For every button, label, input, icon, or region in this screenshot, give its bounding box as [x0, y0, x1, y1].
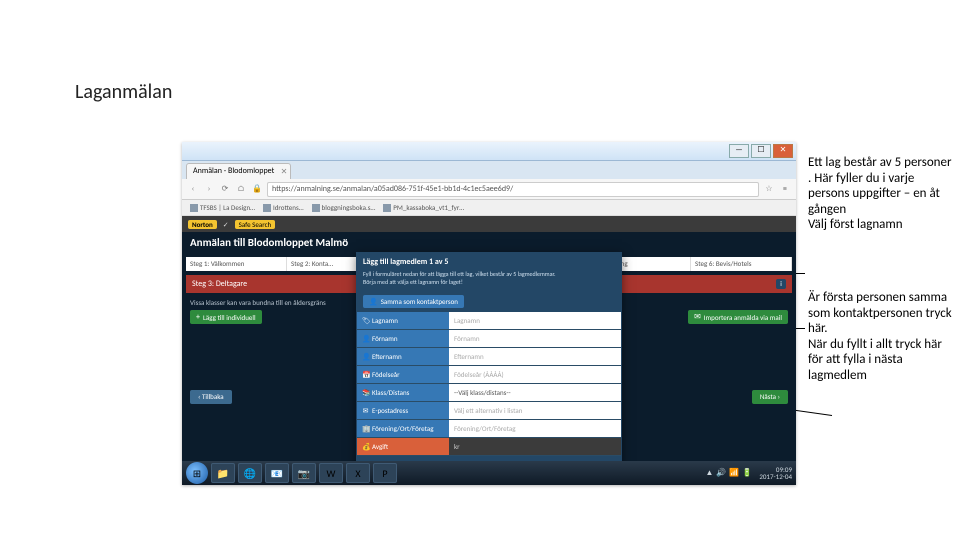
- system-tray: ▲🔊📶🔋 09:09 2017-12-04: [706, 466, 793, 480]
- step-1[interactable]: Steg 1: Välkommen: [186, 257, 287, 271]
- field-icon: 👤: [362, 352, 369, 361]
- tray-icon[interactable]: 🔋: [742, 468, 752, 478]
- nav-home-icon[interactable]: ⌂: [235, 183, 247, 195]
- field-label: 📚Klass/Distans: [357, 384, 449, 401]
- field-input[interactable]: Förnamn: [449, 330, 621, 347]
- field-icon: ✉: [362, 406, 369, 415]
- bookmark-item[interactable]: TFSBS | La Design…: [190, 203, 255, 212]
- field-icon: 💰: [362, 442, 369, 451]
- nav-back-icon[interactable]: ‹: [187, 183, 199, 195]
- field-label: 👤Efternamn: [357, 348, 449, 365]
- safe-search-badge: Safe Search: [235, 220, 276, 229]
- taskbar-app-icon[interactable]: 📧: [265, 463, 289, 483]
- bookmark-favicon-icon: [263, 204, 271, 212]
- embedded-screenshot: — ☐ ✕ Anmälan - Blodomloppet ✕ ‹ › ⟳ ⌂ 🔒…: [182, 142, 796, 485]
- person-icon: 👤: [369, 297, 378, 306]
- taskbar-app-icon[interactable]: P: [373, 463, 397, 483]
- chrome-menu-icon[interactable]: ≡: [779, 184, 791, 194]
- browser-tab[interactable]: Anmälan - Blodomloppet ✕: [186, 163, 291, 179]
- field-input[interactable]: Efternamn: [449, 348, 621, 365]
- field-input[interactable]: --Välj klass/distans--: [449, 384, 621, 401]
- step-6[interactable]: Steg 6: Bevis/Hotels: [691, 257, 792, 271]
- browser-tab-strip: Anmälan - Blodomloppet ✕: [182, 161, 796, 179]
- bookmark-item[interactable]: PM_kassaboka_vt1_fyr…: [383, 203, 464, 212]
- modal-subtitle: Fyll i formuläret nedan för att lägga ti…: [357, 271, 621, 291]
- field-input[interactable]: Födelseår (ÅÅÅÅ): [449, 366, 621, 383]
- window-maximize-button[interactable]: ☐: [751, 144, 771, 158]
- page-body: Anmälan till Blodomloppet Malmö Steg 1: …: [182, 232, 796, 485]
- bookmark-item[interactable]: Idrottens…: [263, 203, 304, 212]
- field-icon: 🏷: [362, 316, 369, 325]
- field-label: 📅Födelseår: [357, 366, 449, 383]
- field-label: 🏢Förening/Ort/Företag: [357, 420, 449, 437]
- form-row-4: 📚Klass/Distans--Välj klass/distans--: [357, 384, 621, 402]
- page-title: Anmälan till Blodomloppet Malmö: [190, 236, 788, 249]
- windows-taskbar: ⊞ 📁🌐📧📷WXP ▲🔊📶🔋 09:09 2017-12-04: [182, 461, 796, 485]
- lock-icon: 🔒: [251, 183, 263, 195]
- same-as-contact-button[interactable]: 👤Samma som kontaktperson: [363, 295, 464, 308]
- url-input[interactable]: https://anmalning.se/anmalan/a05ad086-75…: [267, 182, 759, 197]
- taskbar-app-icon[interactable]: 📷: [292, 463, 316, 483]
- slide-title: Laganmälan: [75, 80, 172, 104]
- form-row-1: 👤FörnamnFörnamn: [357, 330, 621, 348]
- field-label: ✉E-postadress: [357, 402, 449, 419]
- add-team-member-modal: Lägg till lagmedlem 1 av 5 Fyll i formul…: [356, 252, 622, 485]
- nav-forward-icon[interactable]: ›: [203, 183, 215, 195]
- nav-reload-icon[interactable]: ⟳: [219, 183, 231, 195]
- tab-close-icon[interactable]: ✕: [281, 165, 288, 179]
- taskbar-app-icon[interactable]: X: [346, 463, 370, 483]
- field-label: 💰Avgift: [357, 438, 449, 455]
- taskbar-app-icon[interactable]: 📁: [211, 463, 235, 483]
- bookmark-star-icon[interactable]: ☆: [763, 183, 775, 195]
- taskbar-clock[interactable]: 09:09 2017-12-04: [759, 466, 792, 480]
- field-icon: 👤: [362, 334, 369, 343]
- field-icon: 🏢: [362, 424, 369, 433]
- field-input[interactable]: Förening/Ort/Företag: [449, 420, 621, 437]
- annotation-1: Ett lag består av 5 personer . Här fylle…: [808, 155, 953, 233]
- window-minimize-button[interactable]: —: [729, 144, 749, 158]
- start-button[interactable]: ⊞: [186, 462, 208, 484]
- window-close-button[interactable]: ✕: [773, 144, 793, 158]
- form-row-0: 🏷LagnamnLagnamn: [357, 312, 621, 330]
- modal-backdrop: Lägg till lagmedlem 1 av 5 Fyll i formul…: [182, 300, 796, 485]
- form-row-3: 📅FödelseårFödelseår (ÅÅÅÅ): [357, 366, 621, 384]
- field-label: 🏷Lagnamn: [357, 312, 449, 329]
- field-label: 👤Förnamn: [357, 330, 449, 347]
- window-title-bar: — ☐ ✕: [182, 142, 796, 161]
- annotation-2: Är första personen samma som kontaktpers…: [808, 290, 953, 384]
- browser-address-bar: ‹ › ⟳ ⌂ 🔒 https://anmalning.se/anmalan/a…: [182, 179, 796, 200]
- modal-title: Lägg till lagmedlem 1 av 5: [357, 253, 621, 271]
- form-row-7: 💰Avgiftkr: [357, 438, 621, 456]
- form-row-5: ✉E-postadressVälj ett alternativ i lista…: [357, 402, 621, 420]
- info-icon[interactable]: i: [776, 279, 786, 289]
- form-row-2: 👤EfternamnEfternamn: [357, 348, 621, 366]
- field-input[interactable]: kr: [449, 438, 621, 455]
- tab-title: Anmälan - Blodomloppet: [193, 166, 274, 176]
- tray-icon[interactable]: ▲: [706, 468, 714, 478]
- taskbar-app-icon[interactable]: 🌐: [238, 463, 262, 483]
- tray-icon[interactable]: 🔊: [716, 468, 726, 478]
- field-input[interactable]: Välj ett alternativ i listan: [449, 402, 621, 419]
- bookmark-favicon-icon: [383, 204, 391, 212]
- norton-toolbar: Norton ✓ Safe Search: [182, 216, 796, 232]
- form-row-6: 🏢Förening/Ort/FöretagFörening/Ort/Företa…: [357, 420, 621, 438]
- tray-icon[interactable]: 📶: [729, 468, 739, 478]
- bookmarks-bar: TFSBS | La Design… Idrottens… bloggnings…: [182, 200, 796, 216]
- field-input[interactable]: Lagnamn: [449, 312, 621, 329]
- field-icon: 📅: [362, 370, 369, 379]
- taskbar-app-icon[interactable]: W: [319, 463, 343, 483]
- norton-check-icon: ✓: [223, 220, 229, 229]
- field-icon: 📚: [362, 388, 369, 397]
- bookmark-item[interactable]: bloggningsboka.s…: [312, 203, 376, 212]
- bookmark-favicon-icon: [190, 204, 198, 212]
- norton-logo: Norton: [188, 220, 217, 229]
- bookmark-favicon-icon: [312, 204, 320, 212]
